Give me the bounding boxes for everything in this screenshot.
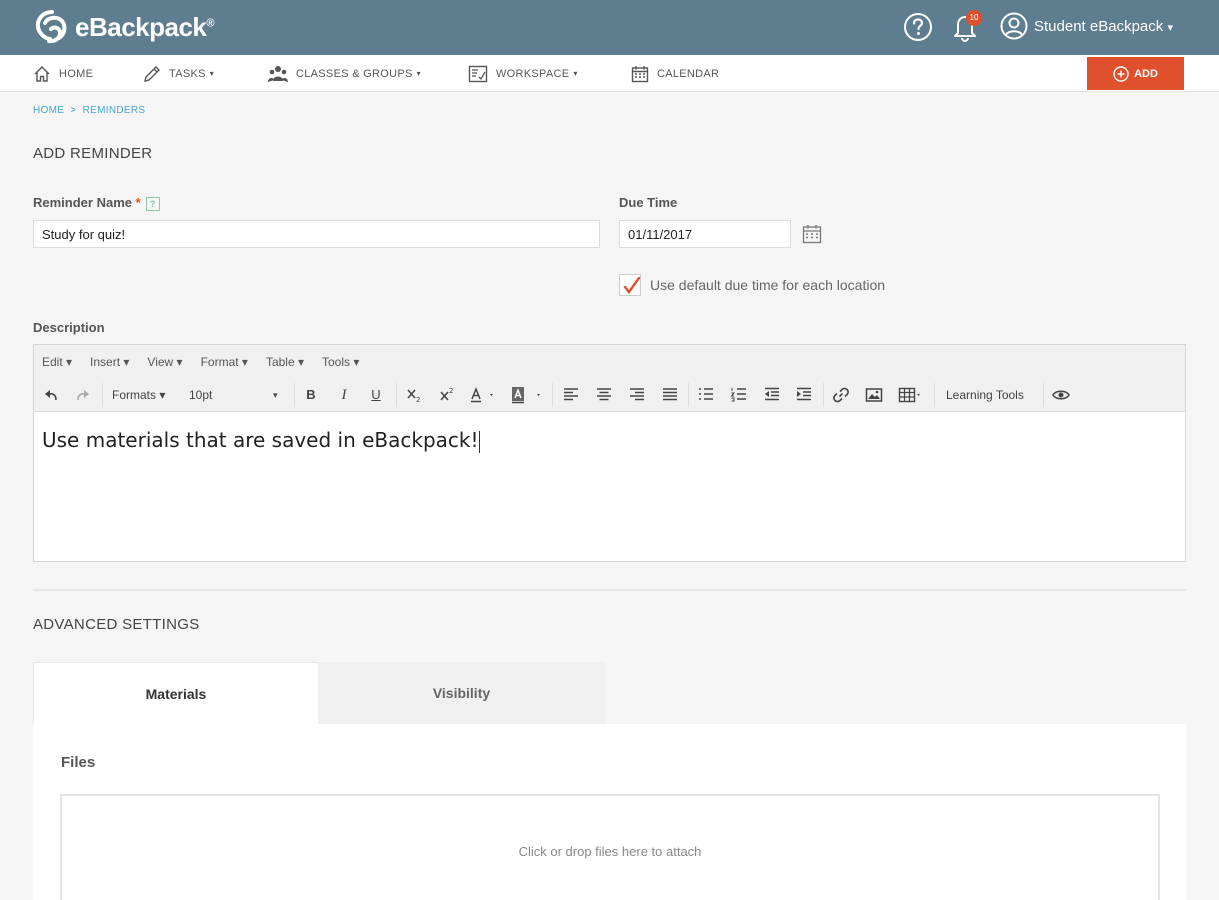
default-time-checkbox[interactable] [619,274,641,296]
toolbar-separator [823,383,824,407]
align-center-icon[interactable] [595,386,613,404]
calendar-icon [631,65,649,82]
notification-badge: 10 [966,10,982,26]
nav-calendar[interactable]: CALENDAR [631,55,719,92]
align-right-icon[interactable] [628,386,646,404]
add-button[interactable]: ADD [1087,57,1184,90]
files-title: Files [61,754,96,771]
advanced-settings-title: ADVANCED SETTINGS [33,616,200,633]
align-justify-icon[interactable] [661,386,679,404]
help-hint-icon[interactable]: ? [145,196,160,211]
text-cursor [478,430,480,453]
page-title: ADD REMINDER [33,145,153,162]
toolbar-separator [294,383,295,407]
editor-content[interactable]: Use materials that are saved in eBackpac… [34,412,1185,469]
background-color-icon[interactable] [510,386,544,404]
learning-tools-button[interactable]: Learning Tools [946,386,1024,404]
default-time-label[interactable]: Use default due time for each location [650,277,885,293]
menu-view[interactable]: View ▾ [147,355,182,369]
toolbar-separator [102,383,103,407]
home-icon [34,65,50,82]
nav-home[interactable]: HOME [33,55,93,92]
table-icon[interactable] [898,386,924,404]
ebackpack-logo-icon [35,10,67,44]
nav-calendar-label: CALENDAR [657,67,720,80]
description-label: Description [33,320,105,335]
file-dropzone[interactable]: Click or drop files here to attach [60,794,1160,900]
preview-icon[interactable] [1052,386,1070,404]
svg-text:2: 2 [449,387,453,395]
main-nav: HOME TASKS ▾ CLASSES & GROUPS ▾ WORKSPACE ▾… [0,55,1219,92]
toolbar-separator [688,383,689,407]
menu-format[interactable]: Format ▾ [201,355,248,369]
menu-table[interactable]: Table ▾ [266,355,304,369]
menu-insert[interactable]: Insert ▾ [90,355,129,369]
caret-down-icon: ▾ [416,69,421,78]
date-picker-icon[interactable] [802,224,822,244]
menu-tools[interactable]: Tools ▾ [322,355,359,369]
reminder-name-label: Reminder Name *? [33,195,160,211]
toolbar-separator [934,383,935,407]
numbered-list-icon[interactable] [730,386,748,404]
due-time-label: Due Time [619,195,678,210]
bullet-list-icon[interactable] [697,386,715,404]
svg-text:2: 2 [416,396,420,404]
rich-text-editor: Edit ▾ Insert ▾ View ▾ Format ▾ Table ▾ … [33,344,1186,562]
plus-circle-icon [1113,65,1129,82]
subscript-icon[interactable]: 2 [405,386,423,404]
user-name: Student eBackpack ▾ [1034,17,1173,35]
outdent-icon[interactable] [763,386,781,404]
italic-button[interactable]: I [337,386,351,404]
toolbar-separator [396,383,397,407]
top-header: eBackpack® 10 Student eBackpack ▾ [0,0,1219,55]
user-menu[interactable]: Student eBackpack ▾ [1000,12,1173,40]
font-size-caret-icon[interactable]: ▾ [273,386,278,404]
align-left-icon[interactable] [562,386,580,404]
help-icon[interactable] [903,12,933,42]
nav-classes-label: CLASSES & GROUPS [296,67,413,80]
image-icon[interactable] [865,386,883,404]
nav-workspace-label: WORKSPACE [496,67,570,80]
tab-materials[interactable]: Materials [33,662,318,724]
superscript-icon[interactable]: 2 [438,386,456,404]
notifications-bell[interactable]: 10 [952,10,982,43]
logo-text: eBackpack® [75,11,214,42]
undo-icon[interactable] [42,386,60,404]
nav-tasks-label: TASKS [169,67,206,80]
user-avatar-icon [1000,12,1028,40]
font-size-dropdown[interactable]: 10pt [189,386,212,404]
caret-down-icon: ▾ [573,69,578,78]
editor-toolbar: Formats ▾ 10pt ▾ B I U 2 2 Learning Tool… [34,378,1185,412]
nav-tasks[interactable]: TASKS ▾ [143,55,214,92]
toolbar-separator [1043,383,1044,407]
editor-menubar: Edit ▾ Insert ▾ View ▾ Format ▾ Table ▾ … [34,345,1185,378]
checkmark-icon [623,276,641,294]
nav-home-label: HOME [59,67,94,80]
indent-icon[interactable] [795,386,813,404]
toolbar-separator [552,383,553,407]
nav-workspace[interactable]: WORKSPACE ▾ [468,55,578,92]
redo-icon[interactable] [74,386,92,404]
pencil-icon [144,65,160,82]
materials-panel: Files Click or drop files here to attach [33,724,1186,900]
workspace-icon [468,65,488,82]
reminder-name-input[interactable] [33,220,600,248]
dropzone-text: Click or drop files here to attach [518,844,702,859]
text-color-icon[interactable] [469,386,497,404]
section-divider [33,589,1186,591]
bold-button[interactable]: B [304,386,318,404]
people-icon [268,65,288,82]
logo[interactable]: eBackpack® [33,9,214,45]
tab-visibility[interactable]: Visibility [318,662,605,724]
breadcrumb[interactable]: HOME > REMINDERS [33,105,145,116]
menu-edit[interactable]: Edit ▾ [42,355,72,369]
add-button-label: ADD [1134,67,1158,80]
caret-down-icon: ▾ [209,69,215,78]
link-icon[interactable] [832,386,850,404]
underline-button[interactable]: U [369,386,383,404]
due-date-input[interactable] [619,220,791,248]
formats-dropdown[interactable]: Formats ▾ [112,386,165,404]
nav-classes-groups[interactable]: CLASSES & GROUPS ▾ [268,55,421,92]
